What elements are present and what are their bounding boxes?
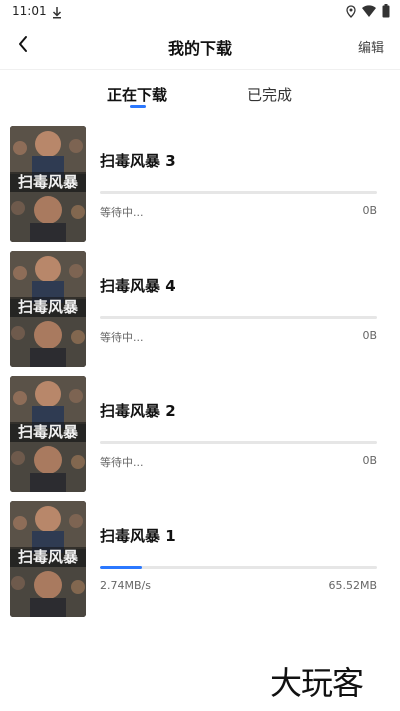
download-item[interactable]: 扫毒风暴 扫毒风暴 1 2.74MB/s 65.52MB bbox=[0, 501, 400, 619]
poster-thumbnail: 扫毒风暴 bbox=[10, 501, 86, 617]
tab-completed[interactable]: 已完成 bbox=[247, 84, 292, 105]
nav-bar: 我的下载 编辑 bbox=[0, 22, 400, 70]
poster-thumbnail: 扫毒风暴 bbox=[10, 251, 86, 367]
download-item[interactable]: 扫毒风暴 扫毒风暴 2 等待中... 0B bbox=[0, 376, 400, 494]
download-item[interactable]: 扫毒风暴 扫毒风暴 3 等待中... 0B bbox=[0, 126, 400, 244]
item-status: 等待中... bbox=[100, 206, 144, 219]
tab-active-indicator bbox=[130, 105, 146, 108]
item-title: 扫毒风暴 1 bbox=[100, 527, 176, 545]
item-size: 0B bbox=[362, 454, 377, 467]
item-status: 等待中... bbox=[100, 456, 144, 469]
watermark-logo: 大玩客 bbox=[270, 664, 364, 702]
edit-button[interactable]: 编辑 bbox=[358, 37, 384, 56]
item-status: 2.74MB/s bbox=[100, 579, 151, 592]
item-status: 等待中... bbox=[100, 331, 144, 344]
item-size: 0B bbox=[362, 204, 377, 217]
status-icons bbox=[346, 4, 390, 18]
svg-text:扫毒风暴: 扫毒风暴 bbox=[18, 173, 79, 191]
poster-art: 扫毒风暴 bbox=[10, 376, 86, 492]
status-bar: 11:01 bbox=[0, 0, 400, 22]
progress-fill bbox=[100, 566, 142, 569]
item-size: 65.52MB bbox=[328, 579, 377, 592]
progress-track bbox=[100, 191, 377, 194]
progress-track bbox=[100, 316, 377, 319]
status-time: 11:01 bbox=[12, 4, 47, 18]
item-title: 扫毒风暴 3 bbox=[100, 152, 176, 170]
item-size: 0B bbox=[362, 329, 377, 342]
download-status-icon bbox=[52, 4, 62, 19]
item-title: 扫毒风暴 2 bbox=[100, 402, 176, 420]
download-item[interactable]: 扫毒风暴 扫毒风暴 4 等待中... 0B bbox=[0, 251, 400, 369]
tab-downloading[interactable]: 正在下载 bbox=[107, 84, 167, 105]
item-title: 扫毒风暴 4 bbox=[100, 277, 176, 295]
poster-art: 扫毒风暴 bbox=[10, 251, 86, 367]
poster-art: 扫毒风暴 bbox=[10, 501, 86, 617]
page-title: 我的下载 bbox=[167, 39, 232, 58]
svg-text:扫毒风暴: 扫毒风暴 bbox=[18, 548, 79, 566]
svg-text:扫毒风暴: 扫毒风暴 bbox=[18, 298, 79, 316]
poster-thumbnail: 扫毒风暴 bbox=[10, 376, 86, 492]
poster-thumbnail: 扫毒风暴 bbox=[10, 126, 86, 242]
tab-bar: 正在下载 已完成 bbox=[0, 70, 400, 118]
poster-art: 扫毒风暴 bbox=[10, 126, 86, 242]
progress-track bbox=[100, 566, 377, 569]
battery-icon bbox=[382, 4, 390, 18]
svg-text:扫毒风暴: 扫毒风暴 bbox=[18, 423, 79, 441]
progress-track bbox=[100, 441, 377, 444]
location-icon bbox=[346, 4, 356, 18]
wifi-icon bbox=[362, 5, 376, 17]
